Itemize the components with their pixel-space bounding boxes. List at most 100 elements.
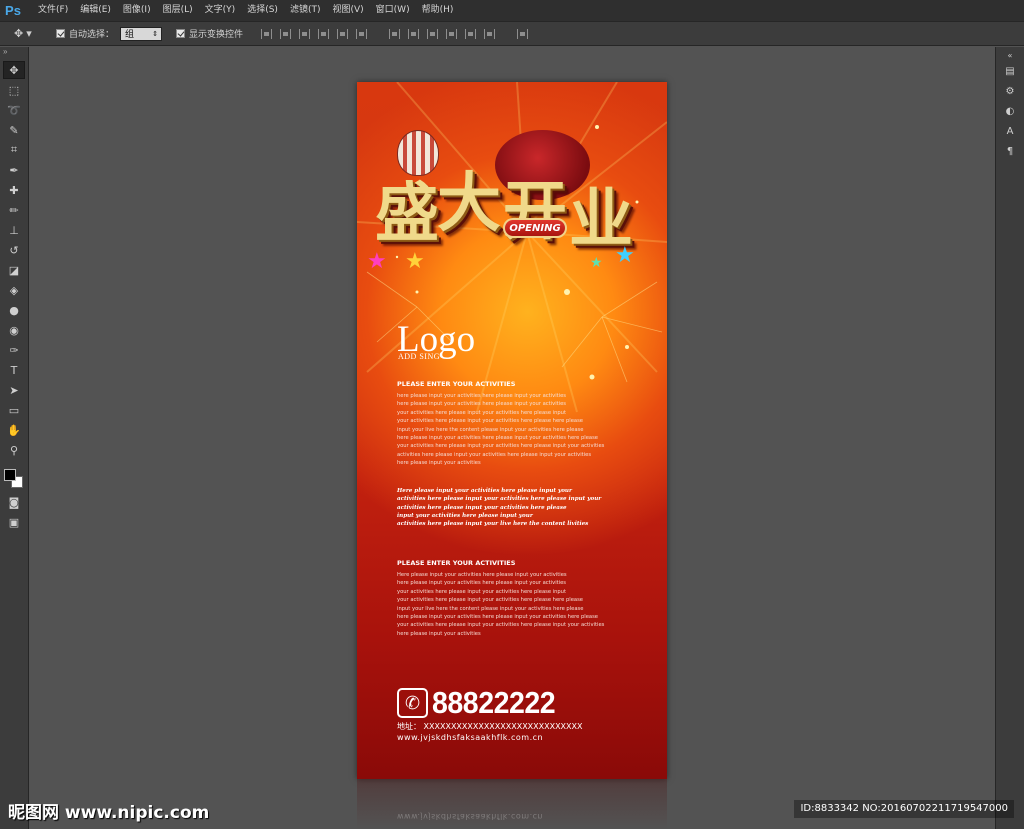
hand-tool-icon[interactable]: ✋ [3,421,25,439]
image-id-watermark: ID:8833342 NO:20160702211719547000 [794,800,1014,818]
script-line: Here please input your activities here p… [397,488,572,494]
path-selection-tool-icon[interactable]: ➤ [3,381,25,399]
title-char-3: 开 [503,174,567,249]
distribute-bottom-icon[interactable] [427,28,439,39]
quick-mask-icon[interactable]: ◙ [3,493,25,511]
text-line: your activities here please input your a… [397,418,583,425]
align-bottom-icon[interactable] [299,28,311,39]
script-line: input your activities here please input … [397,512,533,519]
text-line: here please input your activities [397,460,481,467]
options-bar: ✥ ▾ 自动选择： 组 ⇕ 显示变换控件 [0,21,1024,46]
eraser-tool-icon[interactable]: ◪ [3,261,25,279]
address-line: 地址： XXXXXXXXXXXXXXXXXXXXXXXXXXXXX [397,722,583,731]
menu-select[interactable]: 选择(S) [241,0,284,21]
brush-tool-icon[interactable]: ✏ [3,201,25,219]
auto-align-buttons [513,28,532,39]
foreground-color-swatch[interactable] [4,469,16,481]
collapse-dock-icon[interactable]: « [1001,51,1019,60]
menu-window[interactable]: 窗口(W) [370,0,416,21]
adjustments-panel-icon[interactable]: ◐ [1001,103,1019,119]
title-artwork: 盛 大 开 业 OPENING ★ ★ ★ ★ [367,130,655,290]
properties-panel-icon[interactable]: ⚙ [1001,83,1019,99]
text-line: your activities here please input your a… [397,409,567,416]
collapse-toolbar-icon[interactable]: » [0,47,28,59]
app-logo: Ps [5,3,21,18]
menu-edit[interactable]: 编辑(E) [74,0,117,21]
activities-block-1: PLEASE ENTER YOUR ACTIVITIES here please… [397,380,637,468]
pink-star-icon: ★ [367,248,387,273]
title-char-2: 大 [437,166,501,241]
auto-select-dropdown[interactable]: 组 ⇕ [120,26,163,41]
dropdown-arrows-icon: ⇕ [152,30,159,38]
show-transform-checkbox[interactable] [176,29,186,38]
text-line: here please input your activities here p… [397,614,598,621]
menu-image[interactable]: 图像(I) [117,0,157,21]
move-tool-preset-icon[interactable]: ✥ ▾ [14,24,48,44]
move-tool-icon[interactable]: ✥ [3,61,25,79]
text-line: input your live here the content please … [397,426,584,433]
text-line: here please input your activities here p… [397,393,567,399]
text-line: here please input your activities here p… [397,435,598,442]
align-right-icon[interactable] [356,28,368,39]
distribute-left-icon[interactable] [446,28,458,39]
distribute-right-icon[interactable] [484,28,496,39]
paint-bucket-tool-icon[interactable]: ◈ [3,281,25,299]
text-line: activities here please input your activi… [397,451,592,458]
menu-file[interactable]: 文件(F) [32,0,74,21]
eyedropper-tool-icon[interactable]: ✒ [3,161,25,179]
history-brush-tool-icon[interactable]: ↺ [3,241,25,259]
distribute-top-icon[interactable] [389,28,401,39]
title-char-1: 盛 [375,176,439,251]
zoom-tool-icon[interactable]: ⚲ [3,441,25,459]
blur-tool-icon[interactable]: ● [3,301,25,319]
align-hcenter-icon[interactable] [337,28,349,39]
marquee-tool-icon[interactable]: ⬚ [3,81,25,99]
quick-select-tool-icon[interactable]: ✎ [3,121,25,139]
pen-tool-icon[interactable]: ✑ [3,341,25,359]
screen-mode-icon[interactable]: ▣ [3,513,25,531]
type-tool-icon[interactable]: T [3,361,25,379]
distribute-hcenter-icon[interactable] [465,28,477,39]
text-line: input your live here the content please … [397,605,584,612]
menu-layer[interactable]: 图层(L) [157,0,199,21]
text-line: here please input your activities here p… [397,401,567,408]
text-line: your activities here please input your a… [397,622,605,629]
phone-icon: ✆ [397,688,428,718]
phone-number: 88822222 [432,685,556,720]
reflection-text: www.jvjskdhsfaksaakhflk.com.cn [397,812,544,821]
menu-type[interactable]: 文字(Y) [199,0,242,21]
script-line: activities here please input your activi… [397,504,567,511]
history-panel-icon[interactable]: ▤ [1001,63,1019,79]
menu-filter[interactable]: 滤镜(T) [284,0,327,21]
clone-stamp-tool-icon[interactable]: ⊥ [3,221,25,239]
align-vcenter-icon[interactable] [280,28,292,39]
yellow-star-icon: ★ [405,248,425,273]
crop-tool-icon[interactable]: ⌗ [3,141,25,159]
document-canvas[interactable]: 盛 大 开 业 OPENING ★ ★ ★ ★ Logo ADD SING PL… [357,82,667,779]
auto-align-icon[interactable] [517,28,529,39]
text-line: here please input your activities here p… [397,580,567,587]
distribute-buttons [385,28,499,39]
auto-select-checkbox[interactable] [56,29,65,38]
green-star-icon: ★ [590,254,603,270]
auto-select-label: 自动选择： [69,30,115,40]
menu-help[interactable]: 帮助(H) [416,0,460,21]
auto-select-value: 组 [125,29,135,39]
healing-brush-tool-icon[interactable]: ✚ [3,181,25,199]
lasso-tool-icon[interactable]: ➰ [3,101,25,119]
script-text-block: Here please input your activities here p… [397,487,637,528]
menu-view[interactable]: 视图(V) [326,0,369,21]
photoshop-window: Ps 文件(F) 编辑(E) 图像(I) 图层(L) 文字(Y) 选择(S) 滤… [0,0,1024,829]
script-line: activities here please input your activi… [397,496,602,503]
blue-star-icon: ★ [615,242,635,267]
activities-heading-2: PLEASE ENTER YOUR ACTIVITIES [397,559,516,567]
activities-heading-1: PLEASE ENTER YOUR ACTIVITIES [397,380,516,388]
character-panel-icon[interactable]: A [1001,123,1019,139]
distribute-vcenter-icon[interactable] [408,28,420,39]
align-top-icon[interactable] [261,28,273,39]
paragraph-panel-icon[interactable]: ¶ [1001,143,1019,159]
nipic-watermark: 昵图网 www.nipic.com [8,803,210,823]
rectangle-tool-icon[interactable]: ▭ [3,401,25,419]
dodge-tool-icon[interactable]: ◉ [3,321,25,339]
align-left-icon[interactable] [318,28,330,39]
